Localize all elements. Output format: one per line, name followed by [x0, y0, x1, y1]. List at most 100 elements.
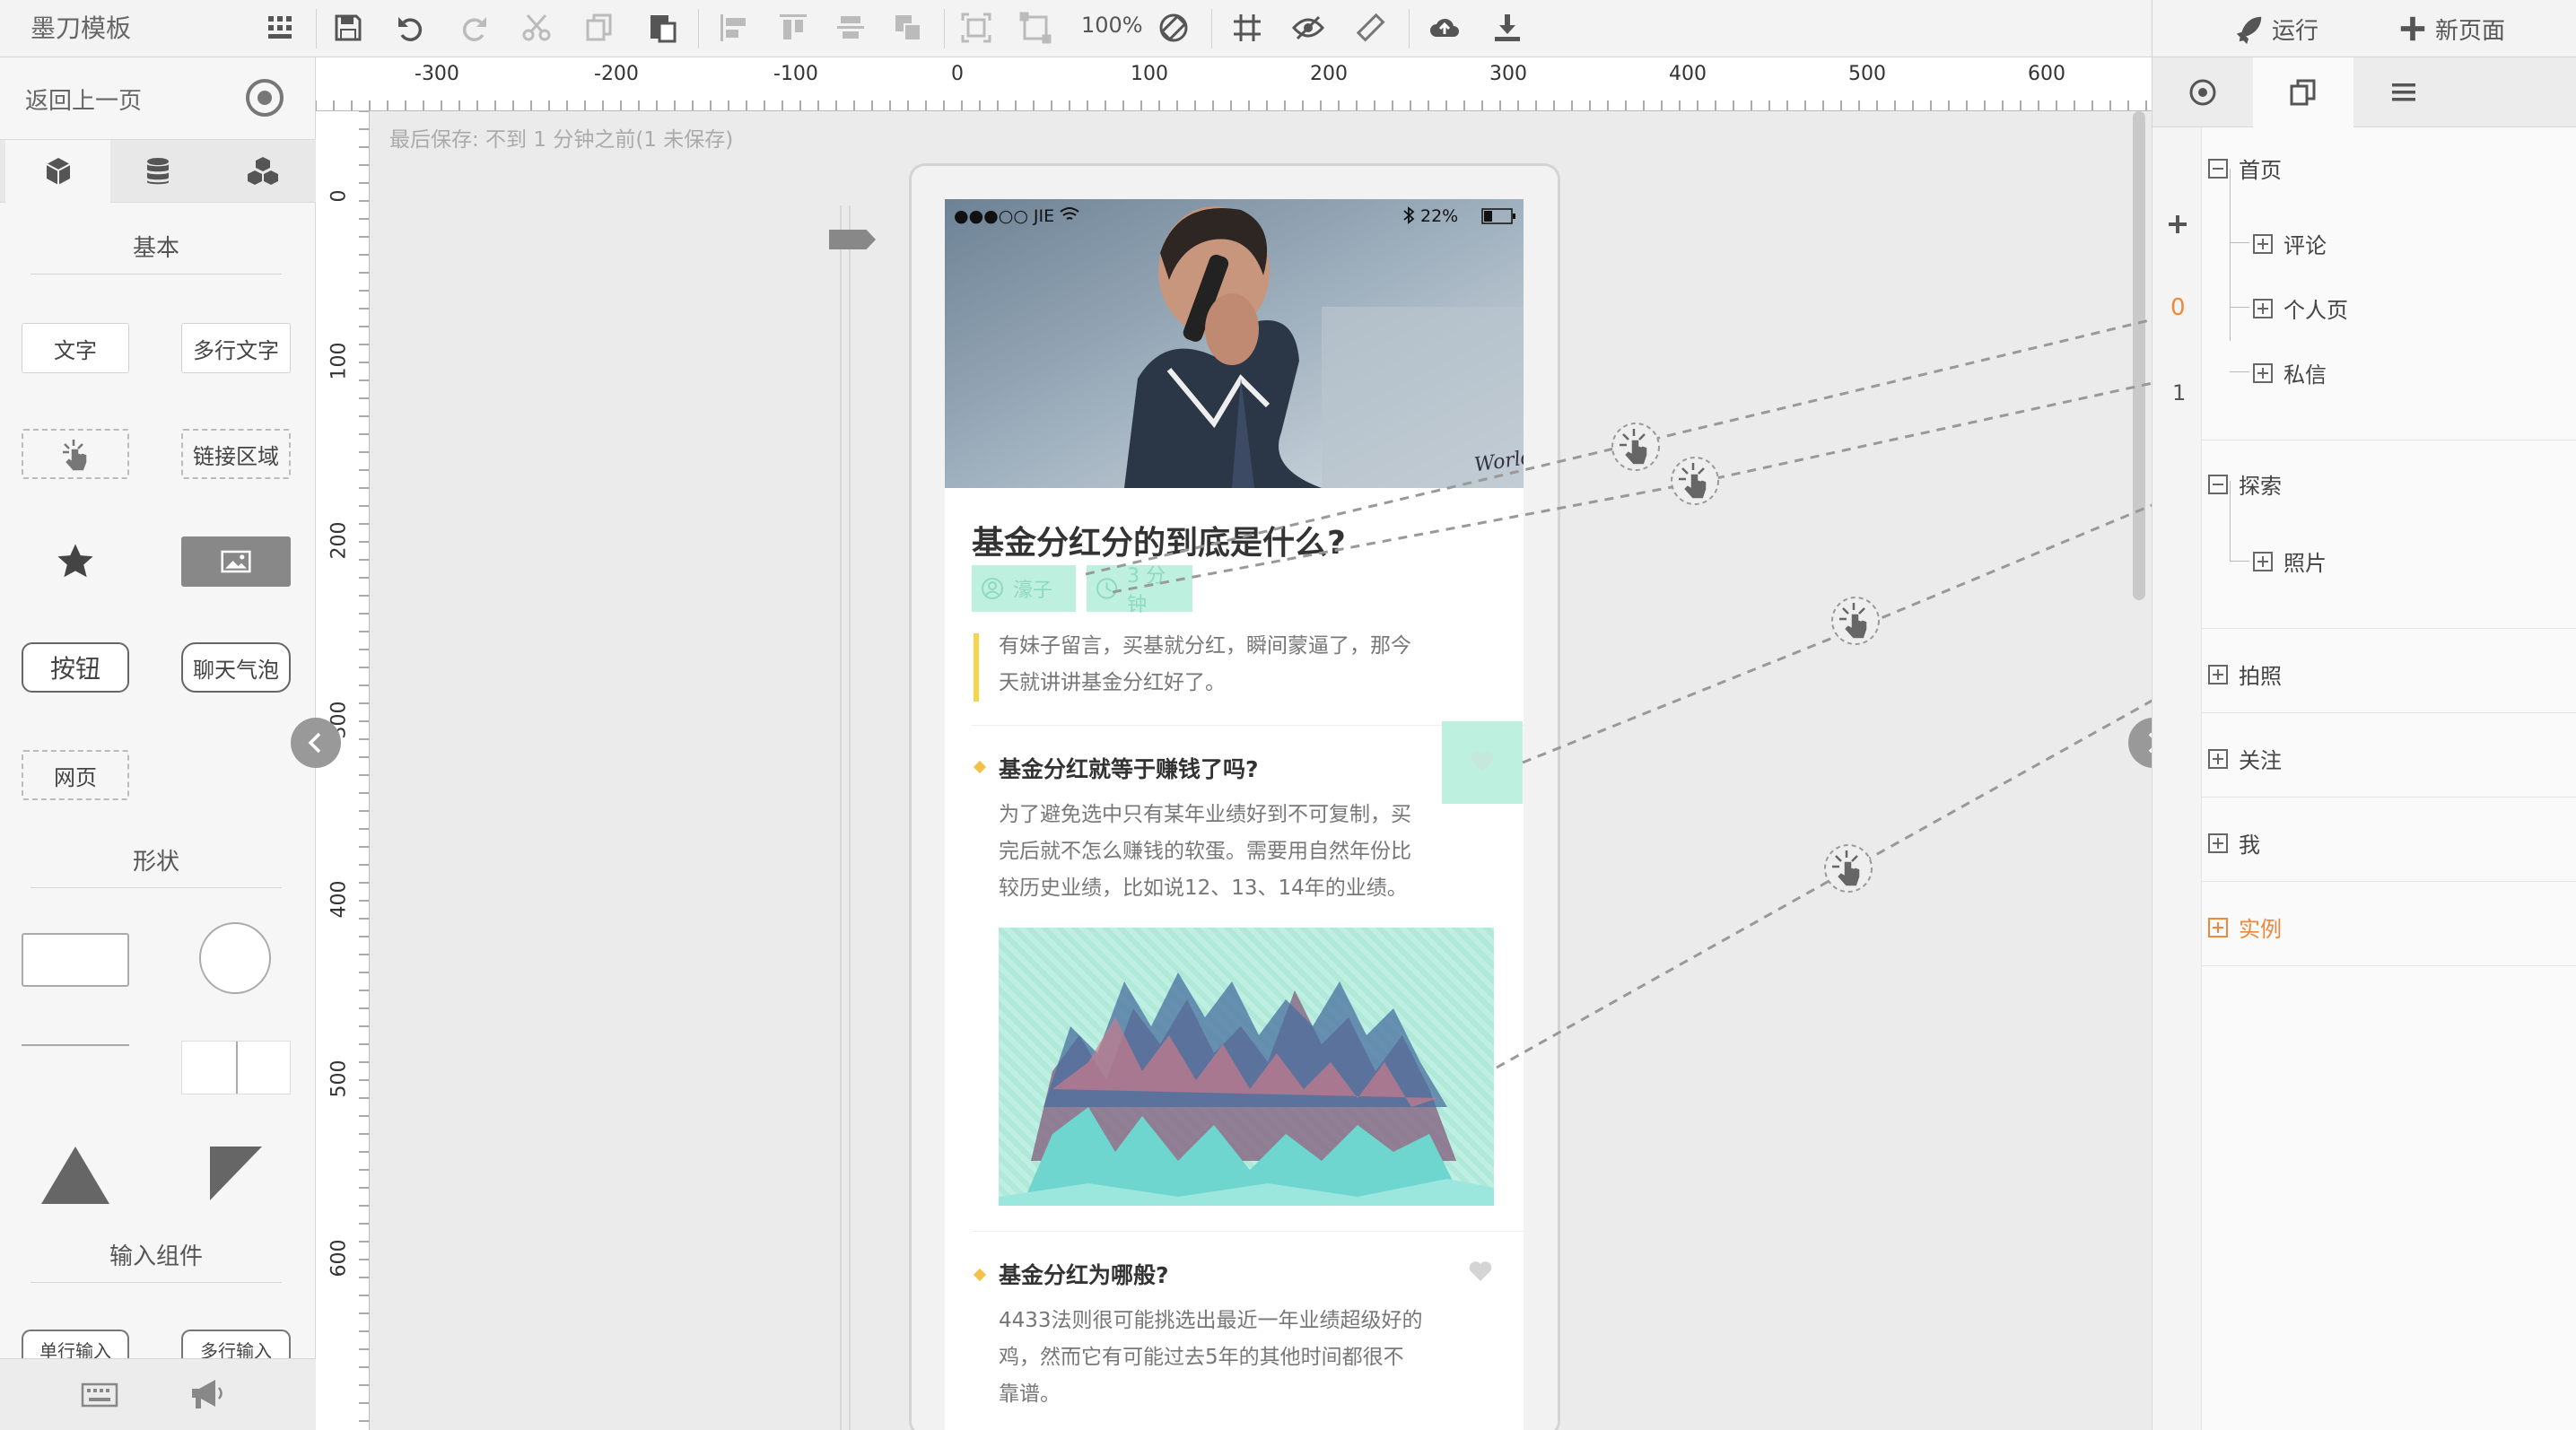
component-button[interactable]: 按钮 [22, 642, 129, 693]
bluetooth-icon [1403, 206, 1415, 224]
target-icon[interactable] [242, 75, 287, 120]
heart-icon [1471, 752, 1494, 772]
author-name: 濠子 [1013, 580, 1053, 602]
shape-vertical-line[interactable] [181, 1041, 291, 1094]
heart-icon[interactable] [1467, 1258, 1494, 1285]
component-multiline-text[interactable]: 多行文字 [181, 323, 291, 373]
tap-hand-icon[interactable] [1611, 422, 1661, 472]
page-profile[interactable]: 个人页 [2253, 292, 2348, 324]
rotate-device-icon[interactable] [1148, 4, 1199, 52]
page-camera[interactable]: 拍照 [2208, 658, 2282, 690]
keyboard-icon[interactable] [81, 1379, 118, 1411]
back-button[interactable]: 返回上一页 [0, 57, 316, 140]
like-hotspot[interactable] [1442, 721, 1523, 804]
component-multi-input[interactable]: 多行输入 [181, 1330, 291, 1358]
run-button[interactable]: 运行 [2234, 0, 2318, 57]
component-tabs [0, 140, 316, 203]
ruler-label: 400 [327, 880, 351, 919]
shape-right-triangle[interactable] [208, 1145, 264, 1202]
left-panel-footer [0, 1358, 316, 1430]
component-single-input[interactable]: 单行输入 [22, 1330, 129, 1358]
tap-hand-icon[interactable] [1823, 843, 1873, 894]
ruler-label: -100 [773, 63, 818, 85]
cut-icon[interactable] [511, 4, 562, 52]
add-page-icon[interactable] [2167, 214, 2188, 235]
tab-data-components[interactable] [105, 140, 210, 203]
paste-icon[interactable] [637, 4, 687, 52]
page-label: 实例 [2239, 917, 2282, 942]
canvas-scrollbar[interactable] [2133, 111, 2145, 600]
ruler-label: 500 [327, 1059, 351, 1098]
page-me[interactable]: 我 [2208, 827, 2260, 859]
page-explore[interactable]: 探索 [2208, 468, 2282, 500]
grid-toggle-icon[interactable] [1222, 4, 1272, 52]
page-label: 个人页 [2283, 298, 2348, 323]
visibility-icon[interactable] [1283, 4, 1333, 52]
page-label: 首页 [2239, 158, 2282, 183]
tab-widget-library[interactable] [210, 140, 315, 203]
page-follow[interactable]: 关注 [2208, 743, 2282, 774]
fit-screen-icon[interactable] [951, 4, 1001, 52]
download-icon[interactable] [1482, 4, 1533, 52]
cloud-upload-icon[interactable] [1419, 4, 1470, 52]
page-photos[interactable]: 照片 [2253, 545, 2327, 577]
article-illustration [999, 928, 1494, 1206]
save-icon[interactable] [323, 4, 373, 52]
user-circle-icon [982, 578, 1003, 599]
tap-hand-icon[interactable] [1830, 596, 1881, 646]
redo-icon[interactable] [449, 4, 499, 52]
component-text[interactable]: 文字 [22, 323, 129, 373]
q2-line-2: 鸡，然而它有可能过去5年的其他时间都很不 [999, 1346, 1404, 1369]
component-webpage[interactable]: 网页 [22, 750, 129, 800]
author-tag[interactable]: 濠子 [972, 565, 1076, 612]
read-time-tag[interactable]: 3 分钟 [1087, 565, 1192, 616]
component-icon[interactable] [22, 536, 129, 587]
align-top-icon[interactable] [768, 4, 818, 52]
align-left-icon[interactable] [709, 4, 759, 52]
ruler-label: -300 [415, 63, 459, 85]
tab-basic-components[interactable] [5, 140, 110, 203]
grid-menu-icon[interactable] [257, 4, 307, 52]
shape-rectangle[interactable] [22, 933, 129, 987]
align-middle-icon[interactable] [825, 4, 876, 52]
ruler-label: 0 [951, 63, 964, 85]
resize-icon[interactable] [1010, 4, 1061, 52]
undo-icon[interactable] [386, 4, 436, 52]
shape-horizontal-line[interactable] [22, 1044, 129, 1046]
tab-pages[interactable] [2253, 57, 2353, 127]
ruler-label: 600 [327, 1239, 351, 1277]
megaphone-icon[interactable] [188, 1377, 226, 1411]
page-home[interactable]: 首页 [2208, 153, 2282, 184]
tab-target[interactable] [2152, 57, 2253, 127]
component-chat-bubble[interactable]: 聊天气泡 [181, 642, 291, 693]
collapse-left-panel-button[interactable] [291, 718, 341, 768]
top-toolbar: 墨刀模板 100% 运行 新页面 [0, 0, 2576, 57]
ruler-icon[interactable] [1346, 4, 1396, 52]
clock-icon [1096, 578, 1118, 599]
ruler-label: 0 [327, 189, 351, 203]
page-label: 评论 [2283, 233, 2327, 258]
group-icon[interactable] [883, 4, 933, 52]
page-example[interactable]: 实例 [2208, 911, 2282, 943]
zoom-level[interactable]: 100% [1081, 13, 1143, 38]
component-link-area[interactable]: 链接区域 [181, 429, 291, 479]
page-height-handle[interactable] [829, 230, 876, 249]
toolbar-divider [1211, 9, 1212, 48]
component-hotspot[interactable] [22, 429, 129, 479]
tap-hand-icon[interactable] [1670, 456, 1720, 506]
page-messages[interactable]: 私信 [2253, 357, 2327, 388]
component-image[interactable] [181, 536, 291, 587]
count-label: 1 [2172, 380, 2187, 405]
copy-icon[interactable] [574, 4, 624, 52]
intro-line-2: 天就讲讲基金分红好了。 [999, 671, 1226, 694]
shape-circle[interactable] [199, 922, 271, 994]
page-panel-tabs [2152, 57, 2576, 127]
wifi-icon [1060, 207, 1079, 220]
shape-triangle[interactable] [39, 1145, 111, 1206]
phone-screen[interactable]: World ●●●○○ JIE 22% 基金分红分的到底是什么? 濠子 3 分钟… [945, 199, 1524, 1430]
new-page-button[interactable]: 新页面 [2397, 0, 2505, 57]
cubes-icon [247, 157, 278, 185]
page-comments[interactable]: 评论 [2253, 228, 2327, 259]
tab-menu[interactable] [2353, 57, 2454, 127]
read-time: 3 分钟 [1127, 565, 1166, 616]
